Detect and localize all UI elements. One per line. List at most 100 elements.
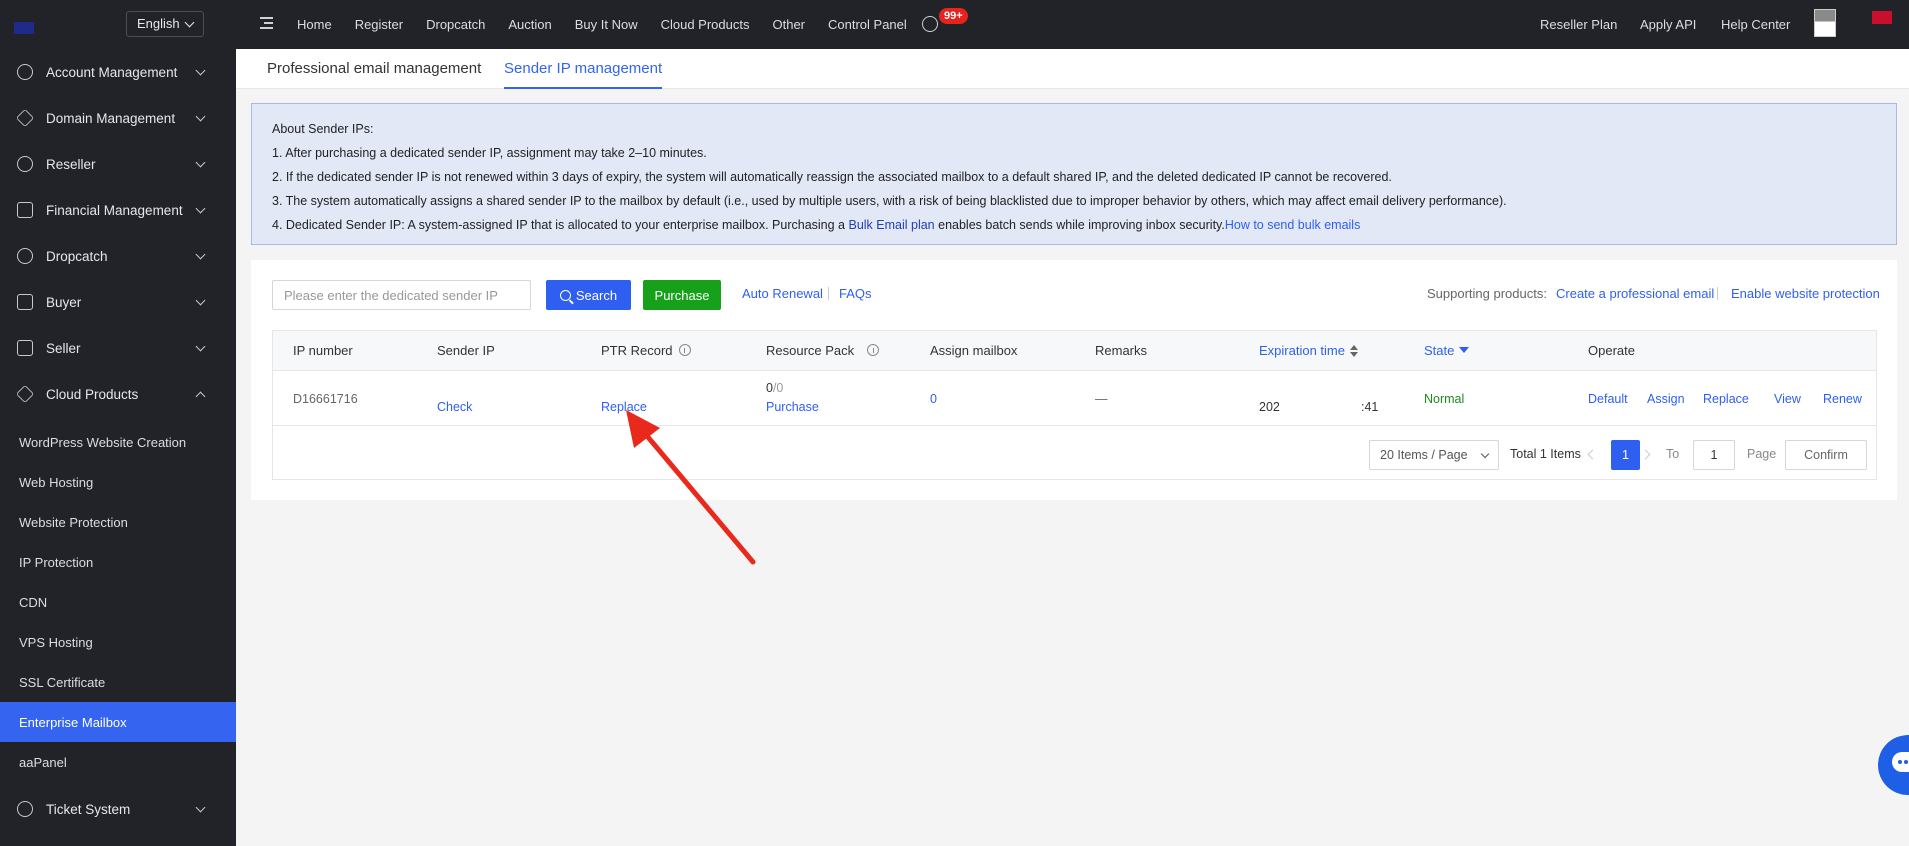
confirm-jump-button[interactable]: Confirm (1785, 440, 1867, 470)
sidebar: Account Management Domain Management Res… (0, 49, 236, 846)
renew-action-link[interactable]: Renew (1823, 392, 1862, 406)
sidebar-item-vps-hosting[interactable]: VPS Hosting (0, 622, 236, 662)
user-icon (17, 64, 33, 80)
ticket-icon (17, 801, 33, 817)
chevron-up-icon (195, 391, 206, 401)
nav-auction[interactable]: Auction (508, 17, 551, 32)
nav-reseller-plan[interactable]: Reseller Plan (1540, 0, 1617, 49)
search-button[interactable]: Search (546, 280, 631, 310)
nav-dropcatch[interactable]: Dropcatch (426, 17, 485, 32)
sidebar-item-cdn[interactable]: CDN (0, 582, 236, 622)
resource-pack-count: 0/0 (766, 381, 783, 395)
column-header-label: PTR Record (601, 343, 673, 358)
info-icon[interactable] (678, 344, 691, 356)
default-action-link[interactable]: Default (1588, 392, 1628, 406)
nav-home[interactable]: Home (297, 17, 332, 32)
nav-cloud-products[interactable]: Cloud Products (661, 17, 750, 32)
brand-logo[interactable] (14, 22, 34, 34)
page-label: Page (1747, 447, 1777, 461)
sidebar-item-website-protection[interactable]: Website Protection (0, 502, 236, 542)
sidebar-item-wordpress-website-creation[interactable]: WordPress Website Creation (0, 422, 236, 462)
chevron-down-icon (184, 17, 195, 27)
nav-control-panel[interactable]: Control Panel (828, 17, 907, 32)
message-icon[interactable] (922, 16, 938, 32)
sort-icon[interactable] (1349, 345, 1358, 357)
sender-ip-panel: Search Purchase Auto Renewal FAQs Suppor… (251, 260, 1897, 500)
sidebar-group-ticket-system[interactable]: Ticket System (0, 786, 236, 832)
tab-sender-ip-management[interactable]: Sender IP management (504, 49, 663, 89)
auto-renewal-link[interactable]: Auto Renewal (742, 286, 823, 301)
annotation-arrow (626, 410, 756, 565)
create-professional-email-link[interactable]: Create a professional email (1556, 286, 1714, 301)
sidebar-group-reseller[interactable]: Reseller (0, 141, 236, 187)
assign-action-link[interactable]: Assign (1647, 392, 1685, 406)
current-page-button[interactable]: 1 (1611, 440, 1640, 470)
menu-toggle-icon[interactable] (258, 16, 274, 30)
sidebar-item-web-hosting[interactable]: Web Hosting (0, 462, 236, 502)
nav-register[interactable]: Register (355, 17, 403, 32)
next-page-icon[interactable] (1640, 449, 1651, 460)
bulk-email-plan-link[interactable]: Bulk Email plan (848, 218, 934, 232)
sidebar-group-label: Cloud Products (46, 386, 139, 402)
faqs-link[interactable]: FAQs (839, 286, 872, 301)
sidebar-group-account-management[interactable]: Account Management (0, 49, 236, 95)
nav-other[interactable]: Other (772, 17, 805, 32)
info-icon[interactable] (867, 344, 880, 356)
purchase-button[interactable]: Purchase (643, 280, 721, 310)
sidebar-group-domain-management[interactable]: Domain Management (0, 95, 236, 141)
nav-apply-api[interactable]: Apply API (1640, 0, 1696, 49)
column-header-assign-mailbox: Assign mailbox (930, 343, 1018, 358)
replace-action-link[interactable]: Replace (1703, 392, 1749, 406)
sidebar-group-dropcatch[interactable]: Dropcatch (0, 233, 236, 279)
column-header-state[interactable]: State (1424, 331, 1470, 371)
finance-icon (17, 202, 33, 218)
nav-buy-it-now[interactable]: Buy It Now (575, 17, 638, 32)
chevron-down-icon (195, 157, 206, 167)
nav-help-center[interactable]: Help Center (1721, 0, 1790, 49)
chevron-down-icon (195, 65, 206, 75)
prev-page-icon[interactable] (1587, 449, 1598, 460)
page-size-select[interactable]: 20 Items / Page (1369, 440, 1499, 470)
remarks-cell: — (1095, 392, 1108, 406)
layers-icon (15, 108, 35, 128)
sidebar-group-label: Account Management (46, 64, 178, 80)
sidebar-item-aapanel[interactable]: aaPanel (0, 742, 236, 782)
live-chat-button[interactable] (1878, 735, 1909, 795)
jump-page-input[interactable] (1693, 440, 1735, 470)
check-sender-ip-link[interactable]: Check (437, 400, 472, 414)
avatar[interactable] (1814, 9, 1836, 37)
column-header-label: State (1424, 343, 1455, 358)
notice-line: 4. Dedicated Sender IP: A system-assigne… (272, 213, 1876, 237)
sidebar-item-ip-protection[interactable]: IP Protection (0, 542, 236, 582)
view-action-link[interactable]: View (1774, 392, 1801, 406)
sidebar-group-cloud-products[interactable]: Cloud Products (0, 371, 236, 417)
tab-professional-email-management[interactable]: Professional email management (267, 49, 481, 89)
assign-mailbox-count[interactable]: 0 (930, 392, 937, 406)
sidebar-group-label: Dropcatch (46, 248, 108, 264)
language-selector[interactable]: English (126, 11, 204, 37)
sidebar-group-label: Ticket System (46, 801, 131, 817)
sidebar-item-enterprise-mailbox[interactable]: Enterprise Mailbox (0, 702, 236, 742)
sender-ip-notice: About Sender IPs: 1. After purchasing a … (251, 103, 1897, 245)
enable-website-protection-link[interactable]: Enable website protection (1731, 286, 1880, 301)
filter-icon[interactable] (1459, 347, 1470, 353)
column-header-expiration-time[interactable]: Expiration time (1259, 331, 1358, 371)
chevron-down-icon (195, 802, 206, 812)
table-header: IP number Sender IP PTR Record Resource … (273, 331, 1876, 371)
resource-pack-purchase-link[interactable]: Purchase (766, 400, 819, 414)
sidebar-group-label: Domain Management (46, 110, 176, 126)
chevron-down-icon (195, 249, 206, 259)
region-flag-icon[interactable] (1872, 11, 1892, 24)
cloud-icon (15, 384, 35, 404)
page-tabs: Professional email management Sender IP … (236, 49, 1909, 89)
expiration-time-start: 202 (1259, 400, 1280, 414)
sidebar-group-seller[interactable]: Seller (0, 325, 236, 371)
sidebar-group-buyer[interactable]: Buyer (0, 279, 236, 325)
search-input[interactable] (272, 280, 531, 310)
notice-title: About Sender IPs: (272, 122, 374, 136)
how-to-send-bulk-emails-link[interactable]: How to send bulk emails (1225, 218, 1360, 232)
resource-total: /0 (772, 381, 784, 395)
column-header-resource-pack: Resource Pack (766, 331, 880, 371)
sidebar-item-ssl-certificate[interactable]: SSL Certificate (0, 662, 236, 702)
sidebar-group-financial-management[interactable]: Financial Management (0, 187, 236, 233)
